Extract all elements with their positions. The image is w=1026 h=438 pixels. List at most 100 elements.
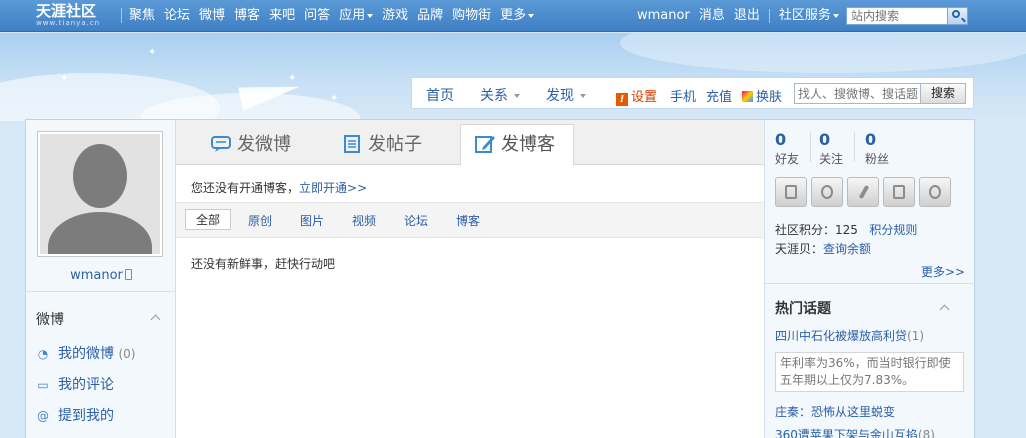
topic-title: 庄秦：恐怖从这里蜕变 xyxy=(775,405,896,419)
chevron-up-icon[interactable] xyxy=(150,314,161,325)
sidebar-item-label: 我的微博 xyxy=(58,346,114,362)
open-blog-link[interactable]: 立即开通>> xyxy=(299,181,367,195)
profile-sidebar: wmanor 微博 ◔ 我的微博 (0) ▭ 我的评论 @ 提到我的 xyxy=(26,120,176,438)
community-services-menu[interactable]: 社区服务 xyxy=(779,8,839,24)
filter-images[interactable]: 图片 xyxy=(300,212,324,229)
profile-username-text: wmanor xyxy=(70,268,123,283)
community-services-label: 社区服务 xyxy=(778,8,831,23)
hot-topic-item[interactable]: 庄秦：恐怖从这里蜕变 xyxy=(775,403,895,420)
subnav-settings[interactable]: ! 设置 xyxy=(616,86,657,106)
logout-link[interactable]: 退出 xyxy=(734,8,760,24)
messages-link[interactable]: 消息 xyxy=(699,8,725,24)
tab-label: 发帖子 xyxy=(368,134,422,155)
edit-app-button[interactable] xyxy=(847,177,879,207)
badge-icon xyxy=(821,185,833,199)
topic-count: (8) xyxy=(917,428,935,438)
subnav-home[interactable]: 首页 xyxy=(426,85,454,105)
weibo-subnav: 首页 关系 发现 !设置 手机 充值 换肤 搜索 xyxy=(411,77,974,109)
divider xyxy=(765,283,975,284)
chevron-down-icon xyxy=(528,13,535,18)
topic-title: 四川中石化被爆放高利贷 xyxy=(775,329,908,343)
notes-app-button[interactable] xyxy=(883,177,915,207)
nav-more[interactable]: 更多 xyxy=(500,8,535,24)
stat-friends[interactable]: 0 好友 xyxy=(775,130,799,167)
speech-bubble-icon xyxy=(211,136,231,152)
blog-notice: 您还没有开通博客，立即开通>> xyxy=(191,179,367,196)
at-icon: @ xyxy=(37,409,49,423)
profile-username[interactable]: wmanor xyxy=(26,268,176,283)
chevron-down-icon xyxy=(580,94,587,98)
filter-videos[interactable]: 视频 xyxy=(352,212,376,229)
nav-blog[interactable]: 博客 xyxy=(234,8,260,24)
star-decoration: ✦ xyxy=(330,93,339,104)
chevron-down-icon xyxy=(367,13,374,18)
stat-following[interactable]: 0 关注 xyxy=(819,130,843,167)
tab-post-weibo[interactable]: 发微博 xyxy=(211,130,291,164)
subnav-mobile[interactable]: 手机 xyxy=(670,86,696,105)
hot-topic-item[interactable]: 四川中石化被爆放高利贷(1) xyxy=(775,327,924,344)
site-search-button[interactable] xyxy=(947,8,967,24)
sidebar-item-mentions[interactable]: @ 提到我的 xyxy=(36,405,114,425)
topic-count: (1) xyxy=(907,329,925,343)
subnav-recharge[interactable]: 充值 xyxy=(706,86,732,105)
divider xyxy=(854,132,855,162)
logo-text: 天涯社区 xyxy=(36,2,97,20)
weibo-search-input[interactable] xyxy=(794,83,921,104)
check-balance-link[interactable]: 查询余额 xyxy=(823,242,871,256)
community-points: 社区积分：125 积分规则 xyxy=(775,221,917,238)
nav-laiba[interactable]: 来吧 xyxy=(269,8,295,24)
filter-blog[interactable]: 博客 xyxy=(456,212,480,229)
filter-all[interactable]: 全部 xyxy=(185,209,232,230)
site-search-box xyxy=(846,7,968,25)
stat-fans[interactable]: 0 粉丝 xyxy=(865,130,889,167)
main-panel: wmanor 微博 ◔ 我的微博 (0) ▭ 我的评论 @ 提到我的 发微博 发帖子 … xyxy=(25,119,975,438)
site-search-input[interactable] xyxy=(847,8,947,24)
chevron-up-icon[interactable] xyxy=(939,304,950,315)
subnav-skin[interactable]: 换肤 xyxy=(742,86,782,105)
pen-icon xyxy=(858,184,870,200)
top-navigation-bar: 天涯社区 www.tianya.cn 聚焦 论坛 微博 博客 来吧 问答 应用 … xyxy=(0,0,1026,32)
hot-topic-item[interactable]: 360遭苹果下架与金山互掐(8) xyxy=(775,426,935,438)
username-link[interactable]: wmanor xyxy=(637,8,690,24)
tab-post-thread[interactable]: 发帖子 xyxy=(342,130,422,164)
topic-description: 年利率为36%，而当时银行即使五年期以上仅为7.83%。 xyxy=(775,352,964,392)
group-icon xyxy=(929,185,941,199)
subnav-relations[interactable]: 关系 xyxy=(480,85,521,105)
tab-label: 发博客 xyxy=(501,134,555,155)
nav-focus[interactable]: 聚焦 xyxy=(129,8,155,24)
points-value: 125 xyxy=(835,223,858,237)
user-nav: wmanor 消息 退出 社区服务 xyxy=(637,8,839,24)
more-link[interactable]: 更多>> xyxy=(921,263,965,280)
nav-shopping[interactable]: 购物街 xyxy=(452,8,491,24)
filter-original[interactable]: 原创 xyxy=(248,212,272,229)
points-rules-link[interactable]: 积分规则 xyxy=(869,223,917,237)
subnav-discover-label: 发现 xyxy=(546,88,574,104)
topic-title: 360遭苹果下架与金山互掐 xyxy=(775,428,918,438)
nav-forum[interactable]: 论坛 xyxy=(164,8,190,24)
nav-brand[interactable]: 品牌 xyxy=(417,8,443,24)
stat-label: 关注 xyxy=(819,152,844,166)
nav-games[interactable]: 游戏 xyxy=(382,8,408,24)
sidebar-item-my-weibo[interactable]: ◔ 我的微博 (0) xyxy=(36,343,136,363)
group-app-button[interactable] xyxy=(919,177,951,207)
tab-post-blog[interactable]: 发博客 xyxy=(460,124,574,166)
nav-weibo[interactable]: 微博 xyxy=(199,8,225,24)
avatar[interactable] xyxy=(37,131,163,257)
nav-apps-label: 应用 xyxy=(339,8,366,23)
weibo-search-button[interactable]: 搜索 xyxy=(920,83,966,104)
filter-forum[interactable]: 论坛 xyxy=(404,212,428,229)
nav-more-label: 更多 xyxy=(500,8,527,23)
blog-app-button[interactable] xyxy=(775,177,807,207)
tianya-logo[interactable]: 天涯社区 www.tianya.cn xyxy=(36,3,100,27)
badge-app-button[interactable] xyxy=(811,177,843,207)
subnav-settings-label: 设置 xyxy=(631,90,658,105)
nav-qa[interactable]: 问答 xyxy=(304,8,330,24)
edit-icon xyxy=(475,136,495,153)
palette-icon xyxy=(742,91,753,102)
points-label: 社区积分： xyxy=(775,223,836,237)
subnav-discover[interactable]: 发现 xyxy=(546,85,587,105)
divider xyxy=(26,291,176,292)
sidebar-item-my-comments[interactable]: ▭ 我的评论 xyxy=(36,374,114,394)
nav-apps[interactable]: 应用 xyxy=(339,8,374,24)
weibo-section-title: 微博 xyxy=(36,312,64,328)
